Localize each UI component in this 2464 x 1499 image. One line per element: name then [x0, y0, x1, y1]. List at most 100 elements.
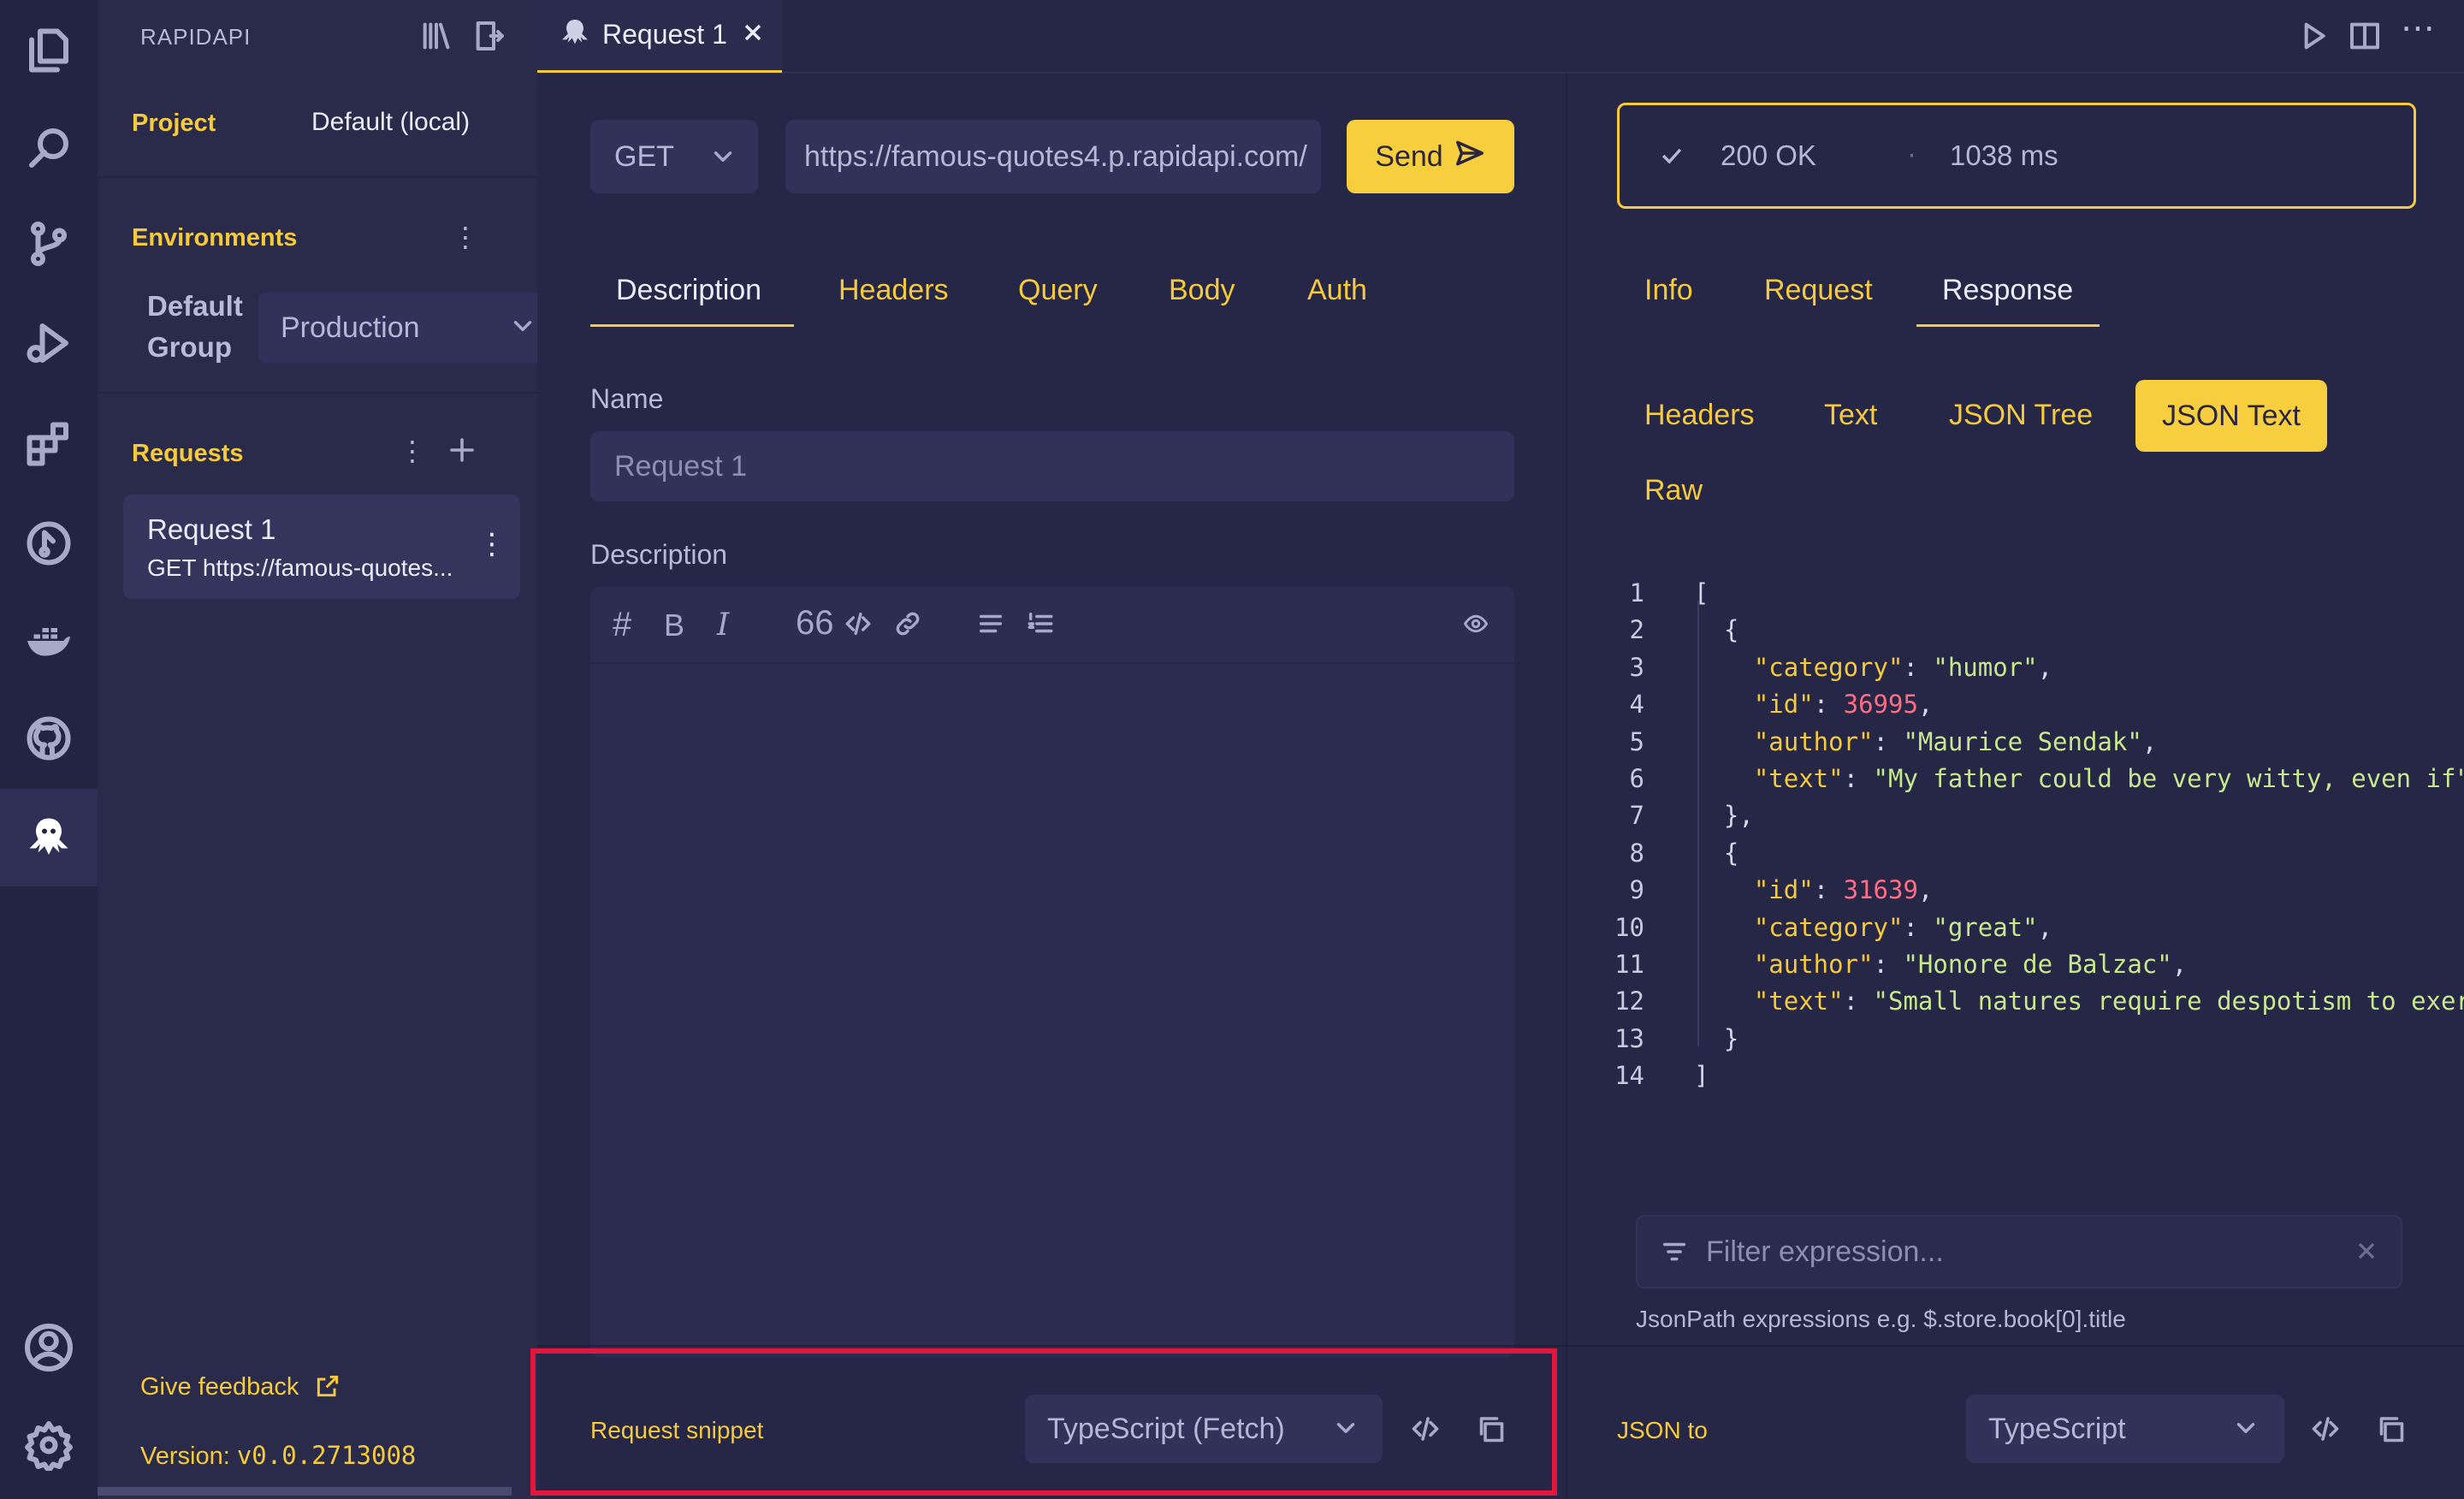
divider — [98, 176, 537, 178]
code-text: "author": "Honore de Balzac", — [1753, 950, 2188, 979]
line-number: 2 — [1629, 615, 1644, 645]
request-list-item[interactable]: Request 1 GET https://famous-quotes... ⋮ — [123, 495, 520, 599]
request-item-name: Request 1 — [147, 513, 276, 545]
account-icon[interactable] — [19, 1318, 79, 1378]
line-number: 12 — [1614, 986, 1644, 1016]
code-text: "category": "great", — [1753, 912, 2053, 942]
export-icon[interactable] — [472, 19, 506, 57]
tab-request-1[interactable]: Request 1 — [537, 0, 782, 73]
environments-more-icon[interactable]: ⋮ — [452, 221, 479, 253]
json-to-language-select[interactable]: TypeScript — [1966, 1395, 2284, 1463]
tab-info[interactable]: Info — [1644, 274, 1693, 307]
code-icon[interactable] — [2310, 1413, 2341, 1449]
project-value[interactable]: Default (local) — [311, 108, 470, 137]
status-bar: 200 OK · 1038 ms — [1617, 103, 2416, 209]
version-label: Version: — [140, 1443, 237, 1470]
bullet-list-icon[interactable] — [975, 609, 1006, 643]
subtab-headers[interactable]: Headers — [1644, 399, 1755, 432]
source-control-icon[interactable] — [19, 214, 79, 274]
subtab-json-text[interactable]: JSON Text — [2135, 380, 2327, 452]
tab-response[interactable]: Response — [1942, 274, 2073, 307]
rapidapi-octopus-icon[interactable] — [19, 808, 79, 868]
description-editor[interactable]: # B I 66 — [590, 587, 1514, 1357]
tab-label: Request 1 — [602, 19, 727, 50]
requests-more-icon[interactable]: ⋮ — [399, 435, 426, 467]
italic-icon[interactable]: I — [717, 607, 729, 643]
code-icon[interactable] — [1410, 1413, 1441, 1449]
copy-icon[interactable] — [1475, 1413, 1506, 1449]
divider — [537, 1345, 1566, 1347]
code-text: "author": "Maurice Sendak", — [1753, 726, 2158, 756]
line-number: 6 — [1629, 764, 1644, 793]
code-icon[interactable] — [844, 609, 873, 643]
status-code: 200 OK — [1721, 139, 1816, 171]
line-number: 8 — [1629, 838, 1644, 868]
filter-expression-input[interactable]: Filter expression... — [1636, 1215, 2402, 1289]
name-label: Name — [590, 383, 664, 414]
numbered-list-icon[interactable] — [1025, 609, 1056, 643]
heading-icon[interactable]: # — [613, 606, 631, 644]
send-button[interactable]: Send — [1347, 120, 1514, 193]
request-item-subtitle: GET https://famous-quotes... — [147, 554, 453, 581]
request-snippet-label: Request snippet — [590, 1417, 764, 1443]
json-to-language-value: TypeScript — [1988, 1412, 2126, 1445]
response-time: 1038 ms — [1950, 139, 2058, 171]
subtab-text[interactable]: Text — [1824, 399, 1877, 432]
split-editor-icon[interactable] — [2348, 19, 2382, 57]
give-feedback-link[interactable]: Give feedback — [140, 1372, 341, 1401]
line-number: 4 — [1629, 690, 1644, 720]
tab-request[interactable]: Request — [1764, 274, 1873, 307]
snippet-language-select[interactable]: TypeScript (Fetch) — [1025, 1395, 1383, 1463]
link-icon[interactable] — [893, 609, 922, 643]
line-number: 9 — [1629, 875, 1644, 905]
divider — [98, 392, 537, 394]
external-link-icon — [305, 1373, 341, 1401]
code-text: "category": "humor", — [1753, 652, 2053, 682]
more-actions-icon[interactable]: ⋯ — [2401, 9, 2435, 48]
github-icon[interactable] — [19, 708, 79, 768]
url-input[interactable]: https://famous-quotes4.p.rapidapi.com/ — [785, 120, 1321, 193]
version-value: v0.0.2713008 — [236, 1441, 417, 1470]
explorer-icon[interactable] — [19, 21, 79, 80]
method-select[interactable]: GET — [590, 120, 758, 193]
name-input[interactable]: Request 1 — [590, 431, 1514, 501]
subtab-json-tree[interactable]: JSON Tree — [1949, 399, 2093, 432]
copy-icon[interactable] — [2375, 1413, 2406, 1449]
bold-icon[interactable]: B — [664, 607, 684, 643]
snippet-language-value: TypeScript (Fetch) — [1047, 1412, 1285, 1445]
sidebar-scrollbar[interactable] — [98, 1487, 512, 1496]
line-number: 10 — [1614, 912, 1644, 942]
filter-placeholder: Filter expression... — [1706, 1235, 1944, 1268]
add-request-icon[interactable] — [447, 435, 477, 470]
json-code-viewer[interactable]: 1 [2 {3 "category": "humor", 4 "id": 36995… — [1567, 575, 2464, 1174]
description-label: Description — [590, 539, 728, 570]
tab-auth[interactable]: Auth — [1307, 274, 1367, 307]
run-icon[interactable] — [2296, 19, 2331, 57]
git-graph-icon[interactable] — [19, 513, 79, 573]
run-debug-icon[interactable] — [19, 313, 79, 373]
quote-icon[interactable]: 66 — [796, 604, 834, 643]
code-text: "text": "Small natures require despotism… — [1753, 986, 2464, 1016]
docker-icon[interactable] — [19, 611, 79, 671]
environment-select-value: Production — [281, 311, 420, 344]
library-icon[interactable] — [418, 19, 455, 57]
tab-query[interactable]: Query — [1018, 274, 1098, 307]
send-label: Send — [1375, 139, 1443, 173]
markdown-toolbar: # B I 66 — [590, 587, 1514, 664]
settings-gear-icon[interactable] — [19, 1415, 79, 1475]
tab-body[interactable]: Body — [1169, 274, 1235, 307]
tab-headers[interactable]: Headers — [838, 274, 949, 307]
environment-select[interactable]: Production — [258, 293, 537, 363]
subtab-raw[interactable]: Raw — [1644, 474, 1703, 507]
request-item-more-icon[interactable]: ⋮ — [477, 527, 506, 561]
extensions-icon[interactable] — [19, 414, 79, 474]
tab-description[interactable]: Description — [616, 274, 761, 307]
preview-eye-icon[interactable] — [1461, 611, 1490, 641]
close-icon[interactable] — [739, 19, 767, 50]
code-text: "id": 36995, — [1753, 690, 1934, 720]
version-text: Version: v0.0.2713008 — [140, 1441, 416, 1471]
tab-active-underline — [590, 324, 794, 327]
rapidapi-octopus-icon — [558, 15, 592, 54]
search-icon[interactable] — [19, 118, 79, 178]
clear-filter-icon[interactable] — [2353, 1237, 2380, 1272]
